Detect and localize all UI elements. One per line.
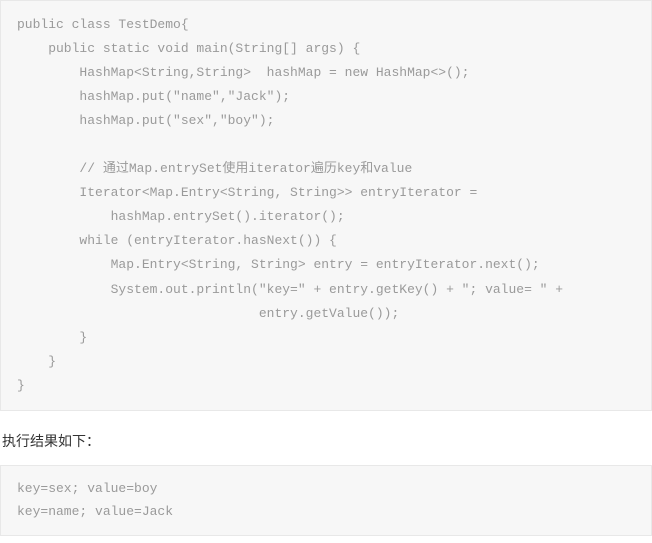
output-content: key=sex; value=boy key=name; value=Jack [17,481,173,519]
result-label: 执行结果如下： [2,431,652,451]
output-block: key=sex; value=boy key=name; value=Jack [0,465,652,537]
code-content: public class TestDemo{ public static voi… [17,17,571,393]
code-block: public class TestDemo{ public static voi… [0,0,652,411]
